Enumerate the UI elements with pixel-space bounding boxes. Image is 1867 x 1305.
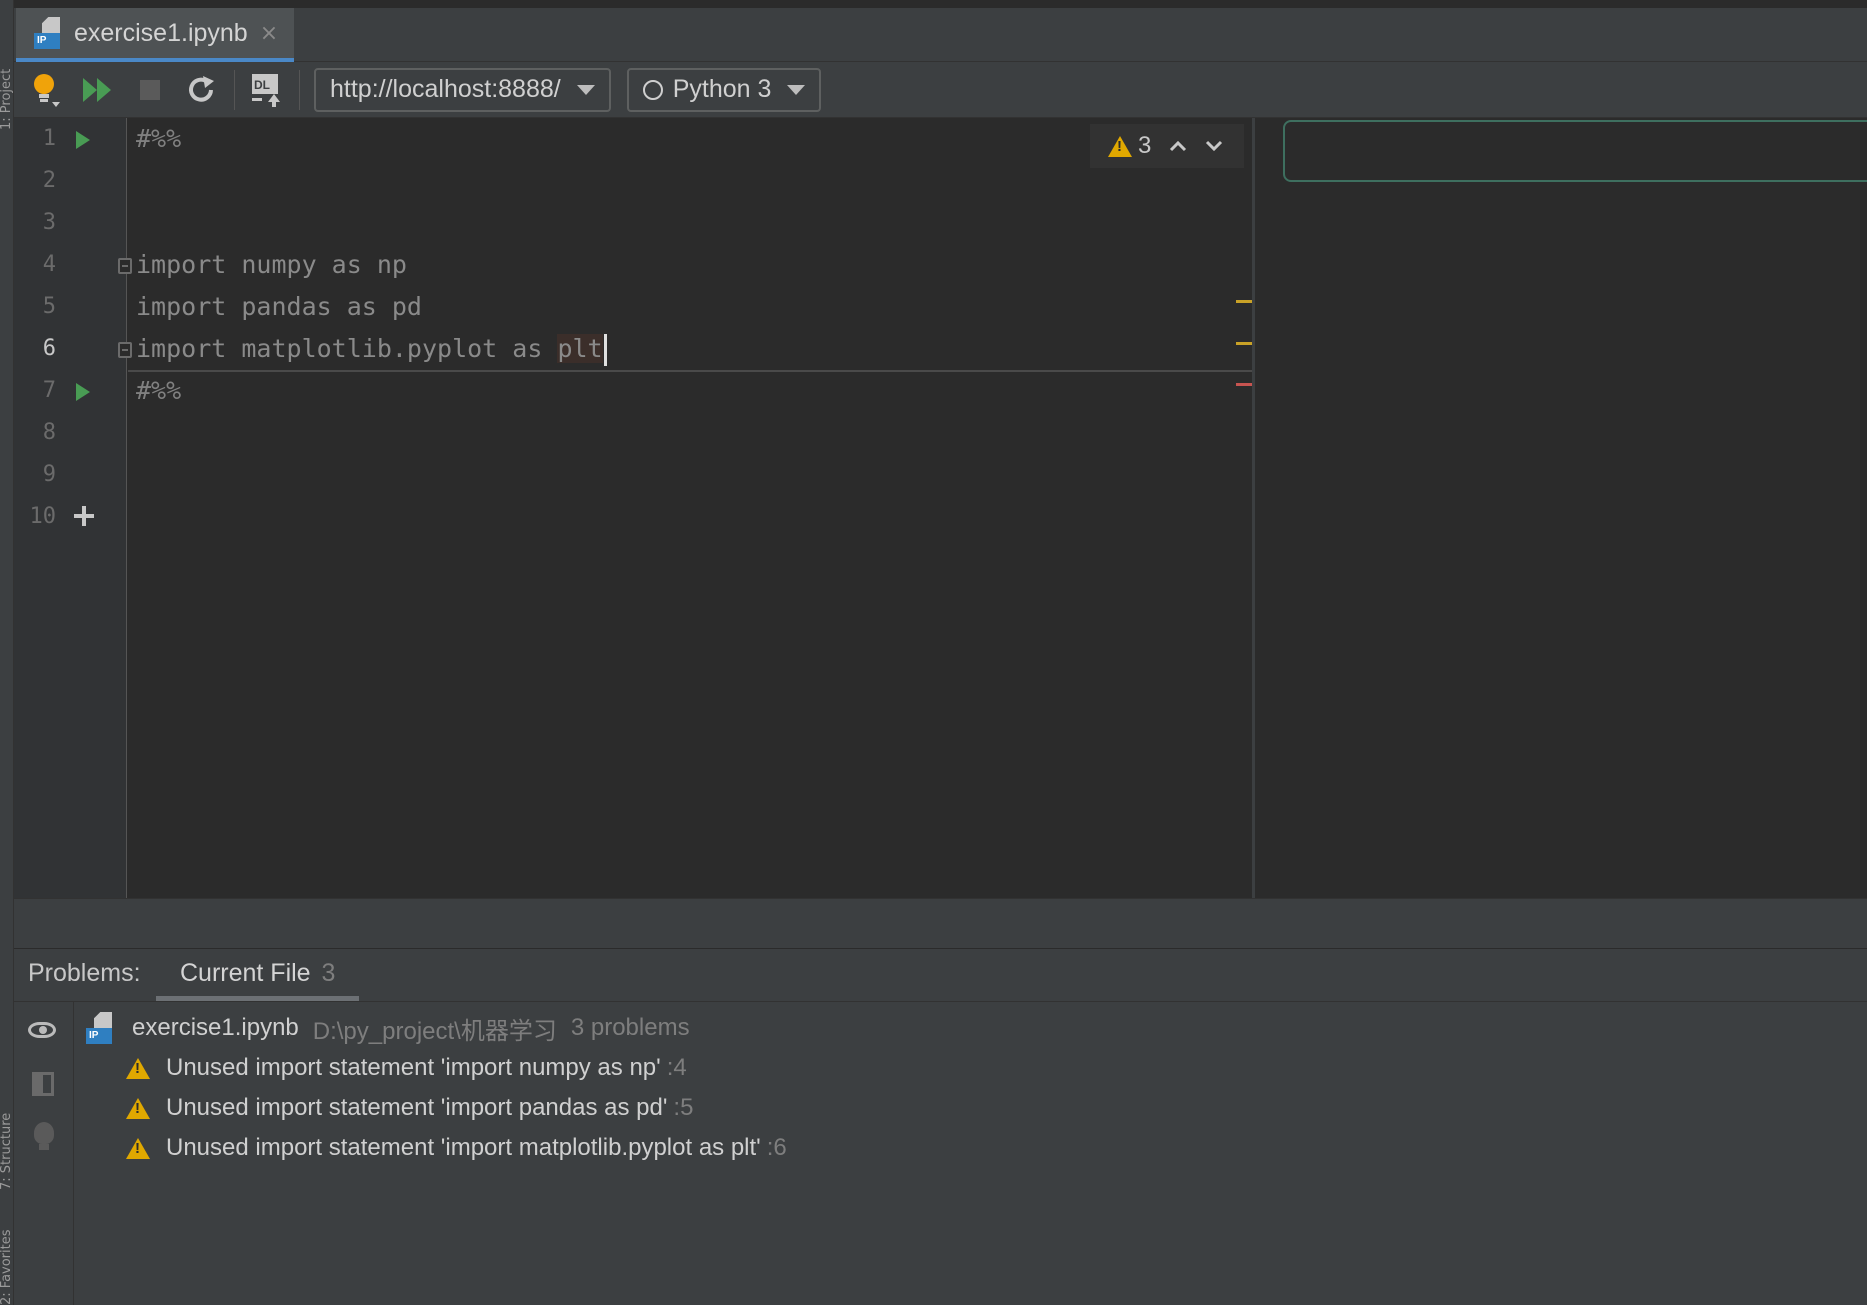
line-number: 5 — [42, 294, 56, 319]
eye-icon[interactable] — [28, 1016, 58, 1046]
dl-icon[interactable]: DL — [247, 70, 287, 110]
unused-symbol-highlight: plt — [557, 334, 603, 363]
restart-icon[interactable] — [182, 70, 222, 110]
line-number: 9 — [42, 462, 56, 487]
structure-tool-button[interactable]: 7: Structure — [0, 1040, 13, 1190]
kernel-dropdown[interactable]: Python 3 — [626, 67, 822, 112]
editor-gutter: 1 2 3 4 5 6 7 8 9 10 — [14, 118, 132, 898]
chevron-down-icon[interactable] — [1205, 135, 1223, 158]
output-cell[interactable] — [1283, 120, 1867, 182]
problem-line: :6 — [766, 1134, 787, 1161]
problem-message: Unused import statement 'import matplotl… — [166, 1134, 761, 1161]
code-line[interactable]: #%% — [136, 118, 181, 160]
tab-current-file[interactable]: Current File 3 — [156, 949, 360, 1001]
run-all-icon[interactable] — [78, 70, 118, 110]
problems-toolbar — [14, 1002, 74, 1305]
project-tool-button[interactable]: 1: Project — [0, 0, 13, 130]
problem-line: :4 — [666, 1054, 687, 1081]
notebook-toolbar: DL http://localhost:8888/ Python 3 — [14, 62, 1867, 118]
code-line[interactable]: #%% — [136, 370, 181, 412]
svg-text:DL: DL — [254, 78, 270, 92]
code-line[interactable]: import numpy as np — [136, 244, 407, 286]
problems-title: Problems: — [28, 959, 141, 987]
line-number: 1 — [42, 126, 56, 151]
problem-message: Unused import statement 'import pandas a… — [166, 1094, 668, 1121]
inspection-widget[interactable]: 3 — [1090, 124, 1244, 168]
line-number: 10 — [29, 504, 57, 529]
kernel-status-icon — [642, 79, 663, 100]
line-number: 7 — [42, 378, 56, 403]
chevron-down-icon — [787, 84, 806, 95]
add-cell-icon[interactable] — [72, 504, 96, 528]
code-text: import matplotlib.pyplot as — [136, 334, 558, 363]
toolbar-separator — [234, 69, 235, 110]
problem-item[interactable]: Unused import statement 'import matplotl… — [126, 1130, 787, 1166]
line-number: 8 — [42, 420, 56, 445]
warning-icon — [126, 1137, 150, 1159]
problems-file-row[interactable]: IP exercise1.ipynb D:\py_project\机器学习 3 … — [86, 1010, 690, 1046]
chevron-down-icon — [576, 84, 595, 95]
warning-icon — [126, 1057, 150, 1079]
server-url-value: http://localhost:8888/ — [330, 75, 561, 103]
tab-label: Current File — [180, 959, 311, 987]
notebook-file-icon: IP — [86, 1012, 116, 1044]
line-number: 6 — [42, 336, 56, 361]
notebook-file-icon: IP — [34, 17, 64, 49]
panel-splitter[interactable] — [14, 898, 1867, 948]
problem-item[interactable]: Unused import statement 'import pandas a… — [126, 1090, 693, 1126]
run-cell-icon[interactable] — [76, 131, 90, 149]
run-cell-icon[interactable] — [76, 383, 90, 401]
bulb-icon[interactable] — [28, 1122, 58, 1152]
code-editor[interactable]: 1 2 3 4 5 6 7 8 9 10 #%% import numpy as… — [14, 118, 1264, 898]
text-cursor — [603, 334, 607, 366]
problem-item[interactable]: Unused import statement 'import numpy as… — [126, 1050, 687, 1086]
problem-file-path: D:\py_project\机器学习 — [312, 1017, 557, 1045]
server-url-dropdown[interactable]: http://localhost:8888/ — [314, 67, 611, 112]
chevron-up-icon[interactable] — [1169, 135, 1187, 158]
editor-tab-bar: IP exercise1.ipynb × — [14, 0, 1867, 62]
preview-pane — [1255, 118, 1867, 898]
toolbar-separator — [299, 69, 300, 110]
favorites-tool-button[interactable]: 2: Favorites — [0, 1230, 13, 1305]
warning-icon — [126, 1097, 150, 1119]
tab-title: exercise1.ipynb — [74, 18, 248, 47]
preview-panel-icon[interactable] — [28, 1070, 58, 1100]
cell-separator — [128, 370, 1252, 372]
line-number: 2 — [42, 168, 56, 193]
line-number: 4 — [42, 252, 56, 277]
left-tool-strip: 1: Project 7: Structure 2: Favorites — [0, 0, 14, 1305]
stop-icon[interactable] — [130, 70, 170, 110]
problem-line: :5 — [673, 1094, 694, 1121]
code-line-current[interactable]: import matplotlib.pyplot as plt — [136, 328, 607, 370]
tab-exercise1[interactable]: IP exercise1.ipynb × — [16, 8, 294, 62]
problem-file-name: exercise1.ipynb — [132, 1014, 299, 1041]
problem-message: Unused import statement 'import numpy as… — [166, 1054, 661, 1081]
code-line[interactable]: import pandas as pd — [136, 286, 422, 328]
tab-count: 3 — [321, 959, 336, 987]
problem-count: 3 problems — [570, 1014, 690, 1041]
kernel-name: Python 3 — [672, 75, 772, 103]
close-icon[interactable]: × — [260, 21, 278, 46]
bulb-icon[interactable] — [26, 70, 66, 110]
problems-body: IP exercise1.ipynb D:\py_project\机器学习 3 … — [14, 1002, 1867, 1305]
code-area[interactable]: #%% import numpy as np import pandas as … — [128, 118, 1252, 898]
line-number: 3 — [42, 210, 56, 235]
problems-header: Problems: Current File 3 — [14, 948, 1867, 1002]
warning-count: 3 — [1138, 132, 1152, 159]
warning-icon — [1108, 135, 1132, 157]
